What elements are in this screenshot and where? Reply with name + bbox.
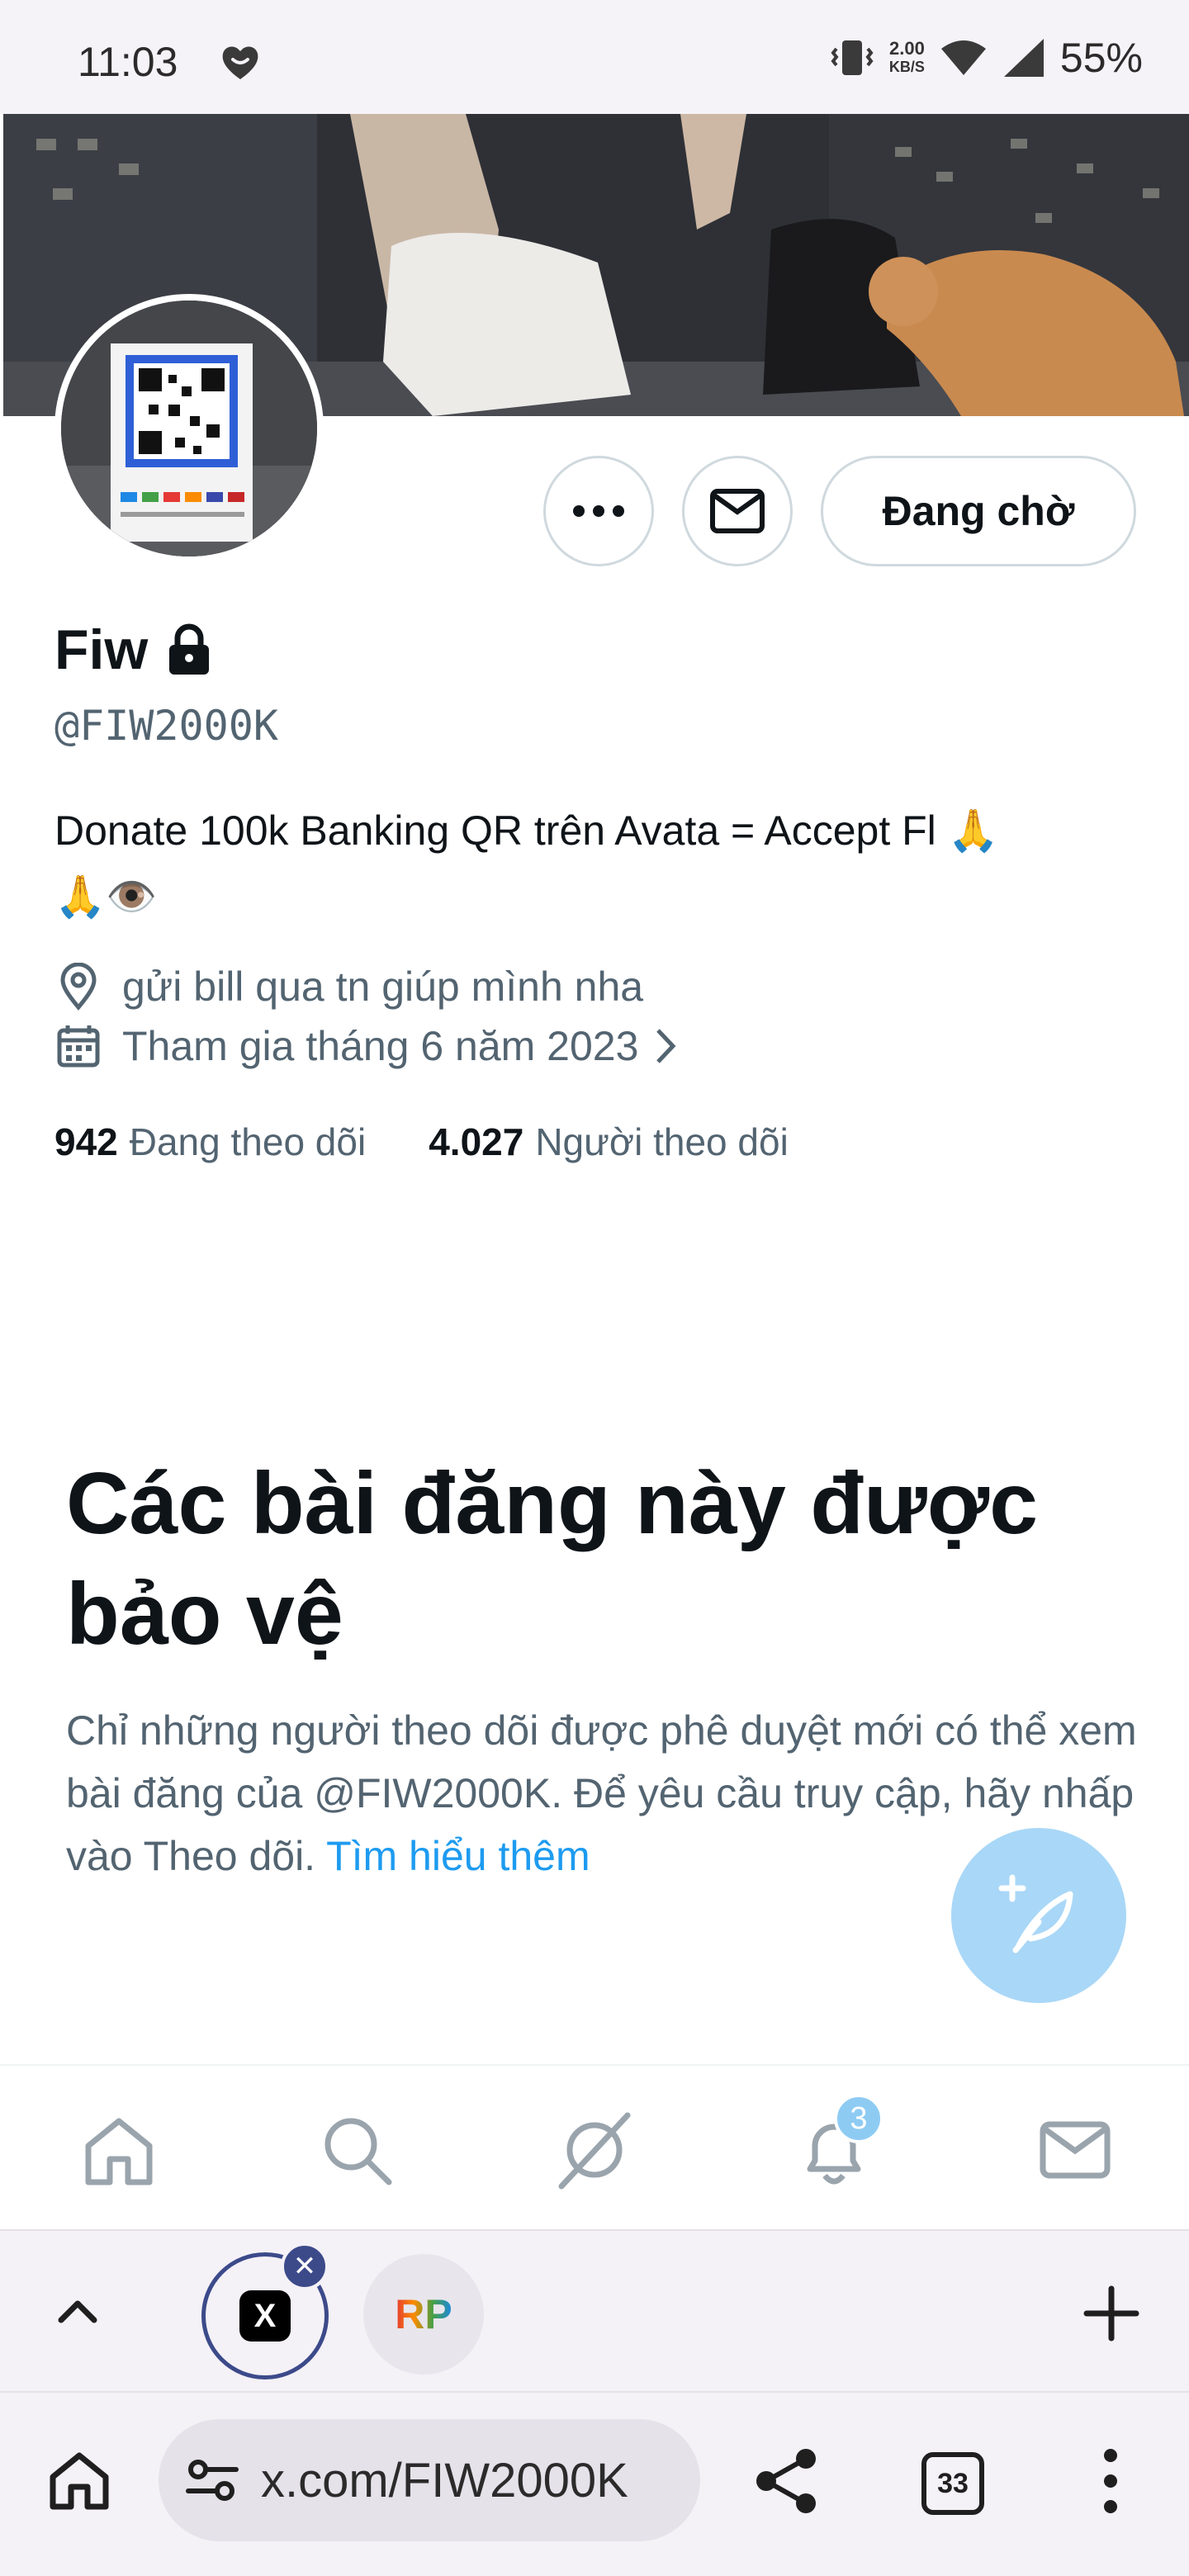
following-label: Đang theo dõi (129, 1120, 367, 1163)
search-icon (324, 2118, 392, 2185)
messages-icon (1040, 2121, 1111, 2179)
chevron-up-icon[interactable] (51, 2285, 104, 2338)
signal-icon (1003, 39, 1044, 77)
overflow-menu-icon[interactable] (1088, 2447, 1133, 2515)
more-dots-icon (573, 505, 624, 517)
nav-grok[interactable] (553, 2109, 636, 2191)
network-speed: 2.00 KB/S (889, 40, 925, 76)
status-icons: 2.00 KB/S 55% (830, 33, 1143, 83)
followers-count: 4.027 (429, 1120, 524, 1163)
battery-level: 55% (1059, 35, 1143, 81)
rp-logo: RP (395, 2291, 452, 2337)
lock-icon (169, 623, 210, 675)
profile-avatar[interactable] (54, 294, 324, 563)
envelope-icon (710, 489, 765, 533)
status-time: 11:03 (78, 39, 178, 85)
following-count: 942 (54, 1120, 118, 1163)
location-text: gửi bill qua tn giúp mình nha (122, 964, 644, 1010)
bio-line-1: Donate 100k Banking QR trên Avata = Acce… (54, 807, 999, 854)
network-speed-unit: KB/S (888, 59, 925, 75)
followers-stat[interactable]: 4.027 Người theo dõi (429, 1120, 789, 1164)
tab-close-icon[interactable]: ✕ (281, 2242, 329, 2290)
join-date-text: Tham gia tháng 6 năm 2023 (122, 1023, 639, 1069)
avatar-image (61, 301, 317, 556)
browser-tab-strip: X ✕ RP (0, 2229, 1189, 2391)
vibrate-icon (831, 40, 874, 75)
heart-shield-icon (222, 46, 258, 79)
protected-posts-title: Các bài đăng này được bảo vệ (66, 1455, 1039, 1663)
share-icon[interactable] (751, 2446, 822, 2517)
browser-home-icon[interactable] (46, 2447, 112, 2513)
follow-stats: 942 Đang theo dõi 4.027 Người theo dõi (54, 1120, 789, 1164)
location-pin-icon (60, 963, 97, 1011)
new-tab-plus-icon[interactable] (1078, 2280, 1144, 2346)
nav-home[interactable] (78, 2109, 160, 2191)
site-settings-icon[interactable] (183, 2451, 241, 2509)
chevron-right-icon (656, 1029, 676, 1063)
profile-location: gửi bill qua tn giúp mình nha (54, 963, 643, 1011)
wifi-icon (940, 40, 986, 75)
status-bar: 11:03 2.00 KB/S 55% (0, 0, 1189, 114)
pending-follow-button[interactable]: Đang chờ (821, 456, 1136, 566)
tab-switcher-button[interactable]: 33 (921, 2452, 984, 2515)
profile-handle: @FIW2000K (54, 702, 278, 750)
profile-name-row: Fiw (54, 618, 212, 682)
more-options-button[interactable] (543, 456, 654, 566)
profile-join-date[interactable]: Tham gia tháng 6 năm 2023 (54, 1022, 680, 1070)
following-stat[interactable]: 942 Đang theo dõi (54, 1120, 366, 1164)
nav-messages[interactable] (1034, 2109, 1116, 2191)
learn-more-link[interactable]: Tìm hiểu thêm (326, 1833, 590, 1879)
bio-line-2: 🙏👁️ (54, 874, 158, 920)
nav-search[interactable] (315, 2109, 398, 2191)
grok-icon (558, 2112, 631, 2190)
x-logo-icon: X (239, 2290, 291, 2342)
compose-feather-icon (998, 1874, 1073, 1953)
tab-rp[interactable]: RP (363, 2254, 484, 2375)
network-speed-value: 2.00 (889, 38, 925, 59)
browser-toolbar: x.com/FIW2000K 33 (0, 2391, 1189, 2576)
notification-badge: 3 (834, 2094, 883, 2143)
url-text: x.com/FIW2000K (261, 2453, 628, 2507)
profile-name: Fiw (54, 618, 149, 681)
home-icon (85, 2118, 153, 2185)
followers-label: Người theo dõi (535, 1120, 789, 1163)
address-bar[interactable]: x.com/FIW2000K (159, 2419, 700, 2541)
calendar-icon (57, 1025, 100, 1068)
compose-post-button[interactable] (951, 1828, 1126, 2003)
message-button[interactable] (682, 456, 793, 566)
bottom-navigation (0, 2064, 1189, 2229)
profile-bio: Donate 100k Banking QR trên Avata = Acce… (54, 798, 1144, 930)
